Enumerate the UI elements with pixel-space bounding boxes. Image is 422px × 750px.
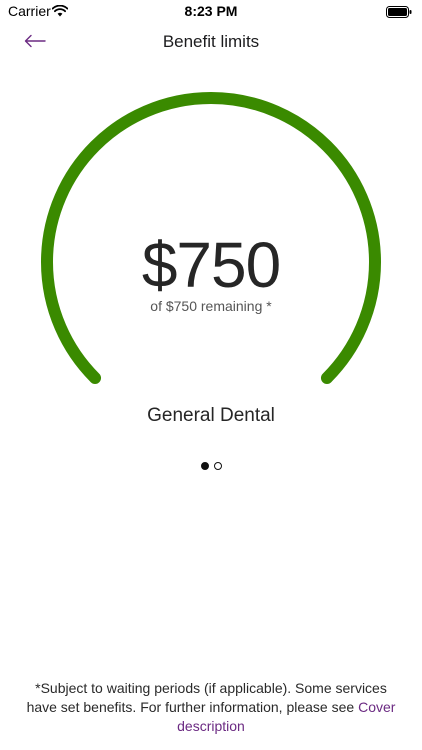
- remaining-caption: of $750 remaining *: [150, 298, 272, 314]
- battery-icon: [386, 5, 412, 18]
- disclaimer-text: *Subject to waiting periods (if applicab…: [26, 680, 387, 715]
- status-time: 8:23 PM: [184, 3, 238, 19]
- page-dot-1[interactable]: [200, 462, 209, 470]
- benefit-gauge[interactable]: $750 of $750 remaining *: [0, 70, 422, 410]
- page-indicator[interactable]: [0, 462, 422, 470]
- benefit-name: General Dental: [147, 405, 275, 426]
- page-dot-2[interactable]: [213, 462, 222, 470]
- footer-disclaimer: *Subject to waiting periods (if applicab…: [20, 679, 402, 736]
- app-screen: Carrier 8:23 PM Benefit limits $750 of $…: [0, 0, 422, 750]
- page-title: Benefit limits: [162, 32, 260, 51]
- navigation-bar: Benefit limits: [0, 22, 422, 62]
- remaining-amount: $750: [141, 229, 281, 301]
- status-bar: Carrier 8:23 PM: [0, 0, 422, 22]
